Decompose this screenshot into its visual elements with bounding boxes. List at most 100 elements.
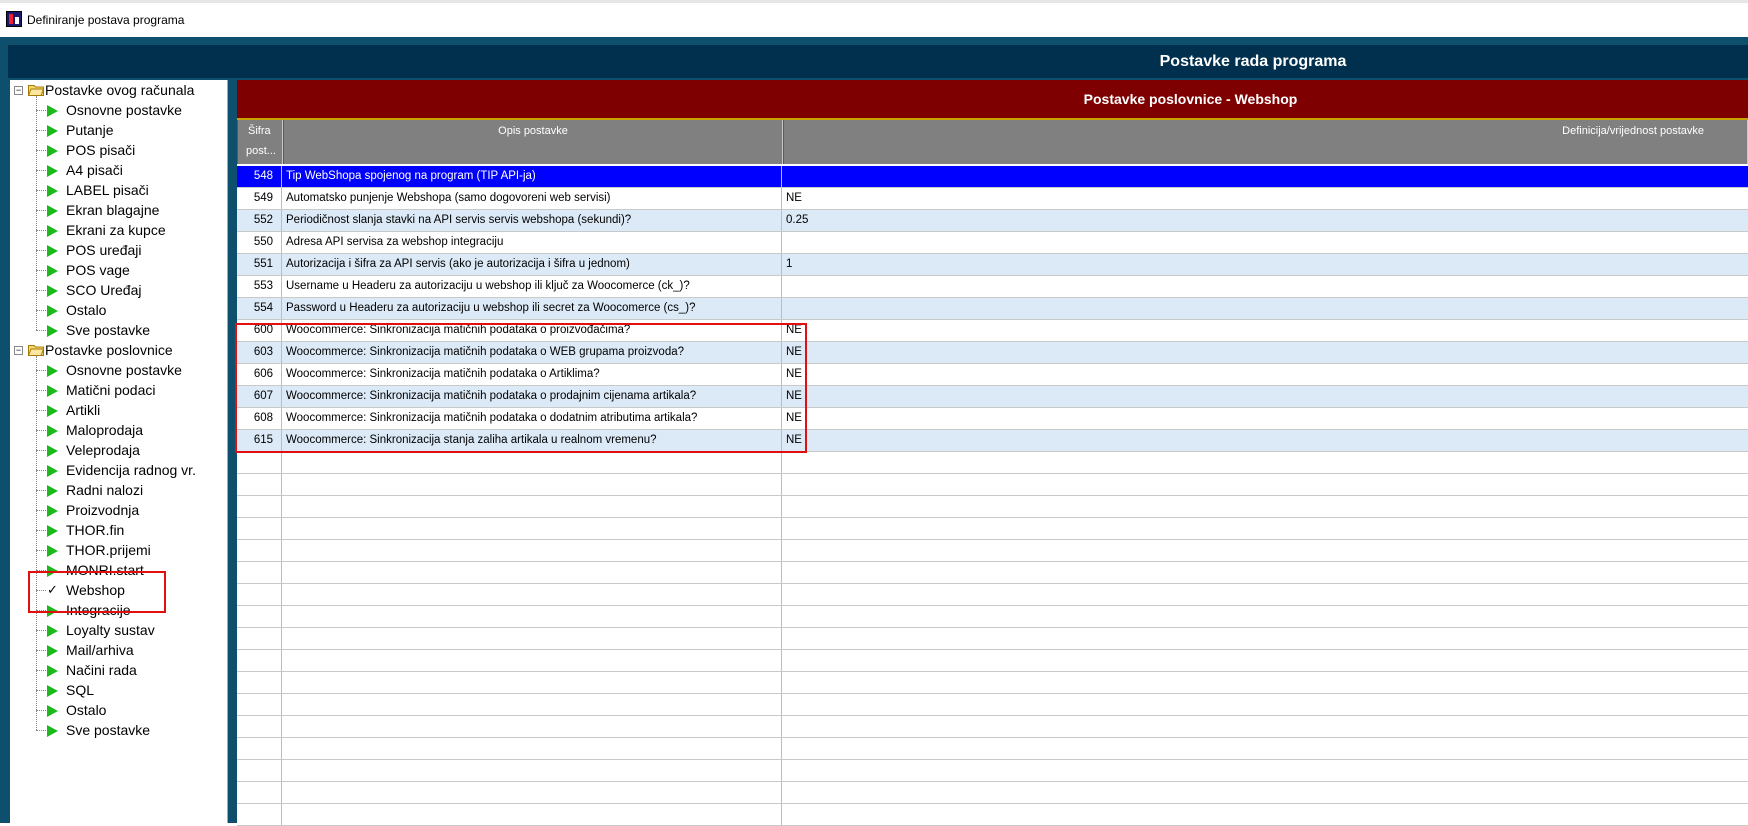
table-row[interactable]: 606 Woocommerce: Sinkronizacija matičnih … (237, 364, 1748, 386)
column-header-code[interactable]: Šifra post... (237, 120, 283, 164)
table-row[interactable]: 608 Woocommerce: Sinkronizacija matičnih … (237, 408, 1748, 430)
empty-cell (282, 606, 782, 627)
empty-cell (282, 694, 782, 715)
table-row[interactable]: 549 Automatsko punjenje Webshopa (samo do… (237, 188, 1748, 210)
empty-cell (237, 672, 282, 693)
setting-description: Automatsko punjenje Webshopa (samo dogov… (282, 188, 782, 209)
column-header-description[interactable]: Opis postavke (283, 120, 783, 164)
setting-value[interactable]: NE (782, 342, 1748, 363)
green-triangle-icon (47, 125, 58, 137)
empty-cell (237, 760, 282, 781)
settings-panel: Postavke poslovnice - Webshop Šifra post… (235, 80, 1748, 826)
empty-cell (282, 804, 782, 825)
main-header: Postavke rada programa (8, 45, 1748, 78)
setting-description: Woocommerce: Sinkronizacija matičnih pod… (282, 342, 782, 363)
setting-code: 607 (237, 386, 282, 407)
empty-table-row (237, 540, 1748, 562)
table-row[interactable]: 600 Woocommerce: Sinkronizacija matičnih … (237, 320, 1748, 342)
table-row[interactable]: 553 Username u Headeru za autorizaciju u … (237, 276, 1748, 298)
green-triangle-icon (47, 625, 58, 637)
setting-description: Periodičnost slanja stavki na API servis… (282, 210, 782, 231)
empty-cell (282, 474, 782, 495)
tree-branch-line (36, 230, 46, 231)
empty-cell (782, 738, 1748, 759)
setting-description: Password u Headeru za autorizaciju u web… (282, 298, 782, 319)
table-row[interactable]: 607 Woocommerce: Sinkronizacija matičnih … (237, 386, 1748, 408)
setting-code: 549 (237, 188, 282, 209)
green-triangle-icon (47, 265, 58, 277)
setting-value[interactable]: NE (782, 188, 1748, 209)
tree-branch-line (36, 190, 46, 191)
setting-value[interactable] (782, 276, 1748, 297)
tree-branch-line (36, 330, 46, 331)
setting-value[interactable]: NE (782, 408, 1748, 429)
setting-code: 548 (237, 166, 282, 187)
empty-table-row (237, 628, 1748, 650)
empty-cell (237, 518, 282, 539)
panel-title: Postavke poslovnice - Webshop (1083, 91, 1298, 107)
empty-cell (282, 650, 782, 671)
tree-branch-line (36, 550, 46, 551)
empty-cell (782, 782, 1748, 803)
empty-cell (282, 716, 782, 737)
setting-value[interactable] (782, 166, 1748, 187)
tree-item-label: Evidencija radnog vr. (66, 462, 196, 478)
setting-value[interactable]: NE (782, 430, 1748, 451)
table-row[interactable]: 548 Tip WebShopa spojenog na program (TIP… (237, 166, 1748, 188)
empty-cell (782, 452, 1748, 473)
green-triangle-icon (47, 185, 58, 197)
tree-item-label: Loyalty sustav (66, 622, 155, 638)
tree-item-label: Načini rada (66, 662, 137, 678)
collapse-expander-icon[interactable]: − (14, 86, 23, 95)
table-row[interactable]: 550 Adresa API servisa za webshop integra… (237, 232, 1748, 254)
tree-branch-line (36, 650, 46, 651)
empty-table-row (237, 672, 1748, 694)
table-row[interactable]: 554 Password u Headeru za autorizaciju u … (237, 298, 1748, 320)
green-triangle-icon (47, 225, 58, 237)
green-triangle-icon (47, 105, 58, 117)
tree-item-label: Proizvodnja (66, 502, 140, 518)
table-row[interactable]: 551 Autorizacija i šifra za API servis (a… (237, 254, 1748, 276)
table-row[interactable]: 552 Periodičnost slanja stavki na API ser… (237, 210, 1748, 232)
tree-item-label: Osnovne postavke (66, 102, 182, 118)
panel-title-bar: Postavke poslovnice - Webshop (237, 80, 1748, 120)
column-header-value[interactable]: Definicija/vrijednost postavke (783, 120, 1748, 164)
empty-table-row (237, 782, 1748, 804)
tree-item-label: A4 pisači (66, 162, 123, 178)
setting-code: 554 (237, 298, 282, 319)
tree-branch-line (36, 490, 46, 491)
grid-header: Šifra post... Opis postavke Definicija/v… (237, 120, 1748, 164)
green-triangle-icon (47, 485, 58, 497)
green-triangle-icon (47, 365, 58, 377)
tree-branch-line (36, 590, 46, 591)
green-triangle-icon (47, 705, 58, 717)
empty-cell (237, 782, 282, 803)
setting-value[interactable] (782, 298, 1748, 319)
empty-cell (237, 562, 282, 583)
setting-value[interactable]: NE (782, 386, 1748, 407)
setting-value[interactable]: NE (782, 320, 1748, 341)
setting-value[interactable]: 1 (782, 254, 1748, 275)
table-row[interactable]: 603 Woocommerce: Sinkronizacija matičnih … (237, 342, 1748, 364)
tree-connector-line (36, 356, 37, 730)
setting-value[interactable]: 0.25 (782, 210, 1748, 231)
setting-value[interactable]: NE (782, 364, 1748, 385)
tree-item-label: Webshop (66, 582, 125, 598)
setting-value[interactable] (782, 232, 1748, 253)
green-triangle-icon (47, 385, 58, 397)
empty-table-row (237, 738, 1748, 760)
empty-cell (237, 452, 282, 473)
column-header-description-label: Opis postavke (498, 125, 568, 137)
collapse-expander-icon[interactable]: − (14, 346, 23, 355)
setting-description: Woocommerce: Sinkronizacija matičnih pod… (282, 364, 782, 385)
setting-code: 606 (237, 364, 282, 385)
setting-description: Username u Headeru za autorizaciju u web… (282, 276, 782, 297)
tree-item-label: Ostalo (66, 702, 107, 718)
setting-description: Adresa API servisa za webshop integracij… (282, 232, 782, 253)
green-triangle-icon (47, 685, 58, 697)
green-triangle-icon (47, 145, 58, 157)
setting-description: Tip WebShopa spojenog na program (TIP AP… (282, 166, 782, 187)
table-row[interactable]: 615 Woocommerce: Sinkronizacija stanja za… (237, 430, 1748, 452)
setting-code: 552 (237, 210, 282, 231)
window-titlebar: Definiranje postava programa (0, 0, 1748, 37)
